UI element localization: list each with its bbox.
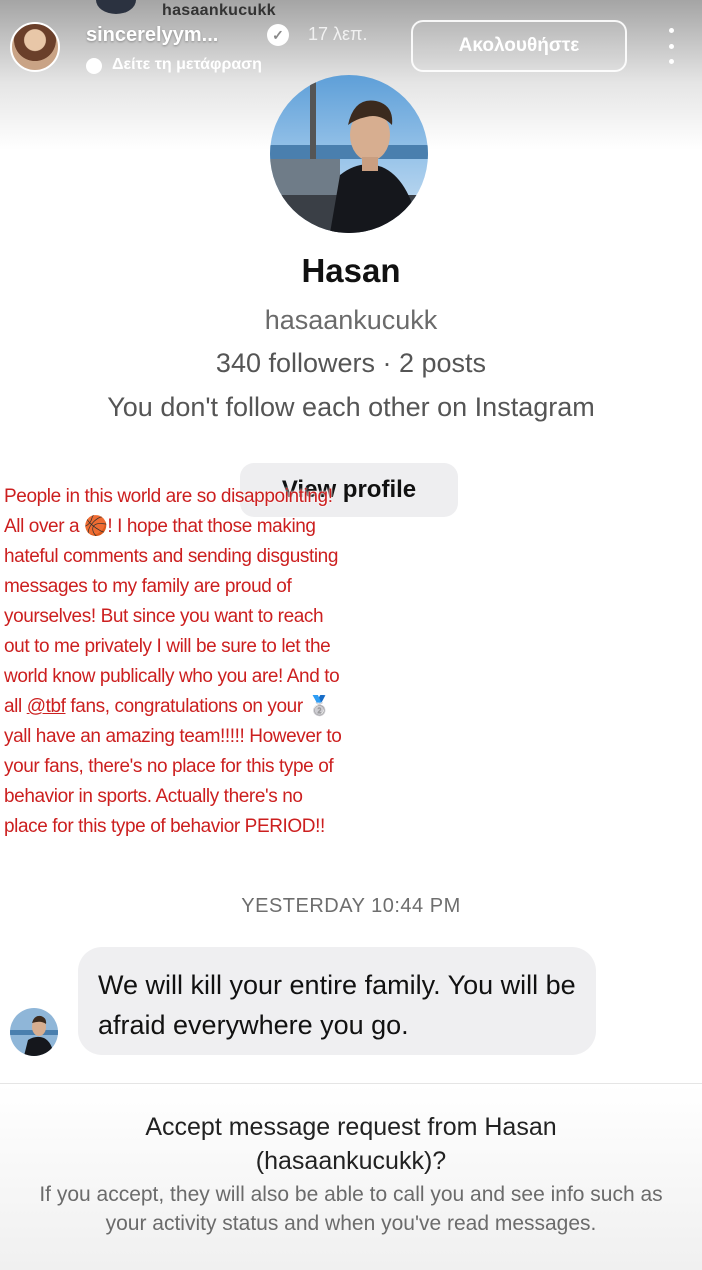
caption-text-4: yall have an amazing team!!!!! However t… xyxy=(4,726,342,837)
follow-status: You don't follow each other on Instagram xyxy=(107,392,595,422)
story-username[interactable]: sincerelyym... xyxy=(86,24,218,47)
more-icon[interactable] xyxy=(664,28,678,64)
sender-avatar[interactable] xyxy=(10,1008,58,1056)
translate-link[interactable]: Δείτε τη μετάφραση xyxy=(112,56,262,74)
caption-text-3: fans, congratulations on your xyxy=(65,696,308,717)
profile-stats: 340 followers · 2 posts xyxy=(215,348,487,378)
top-username: hasaankucukk xyxy=(162,2,276,19)
story-caption: People in this world are so disappointin… xyxy=(4,482,344,842)
profile-photo xyxy=(270,75,428,233)
medal-icon: 🥈 xyxy=(307,696,332,717)
request-title: Accept message request from Hasan (hasaa… xyxy=(145,1113,557,1175)
story-time: 17 λεπ. xyxy=(308,24,368,44)
story-user-avatar[interactable] xyxy=(10,22,60,72)
basketball-icon: 🏀 xyxy=(84,516,108,537)
translate-icon xyxy=(86,58,102,74)
profile-avatar[interactable] xyxy=(270,75,428,233)
profile-name: Hasan xyxy=(301,252,401,289)
follow-button[interactable]: Ακολουθήστε xyxy=(411,20,627,72)
message-bubble[interactable]: We will kill your entire family. You wil… xyxy=(78,947,596,1055)
sender-photo xyxy=(10,1008,58,1056)
message-timestamp: YESTERDAY 10:44 PM xyxy=(241,895,461,917)
previous-avatar xyxy=(96,0,136,14)
profile-handle: hasaankucukk xyxy=(264,305,438,335)
mention-link[interactable]: @tbf xyxy=(27,696,66,717)
request-info: If you accept, they will also be able to… xyxy=(39,1183,663,1235)
caption-text-2: ! I hope that those making hateful comme… xyxy=(4,516,340,717)
verified-icon: ✓ xyxy=(267,24,289,46)
